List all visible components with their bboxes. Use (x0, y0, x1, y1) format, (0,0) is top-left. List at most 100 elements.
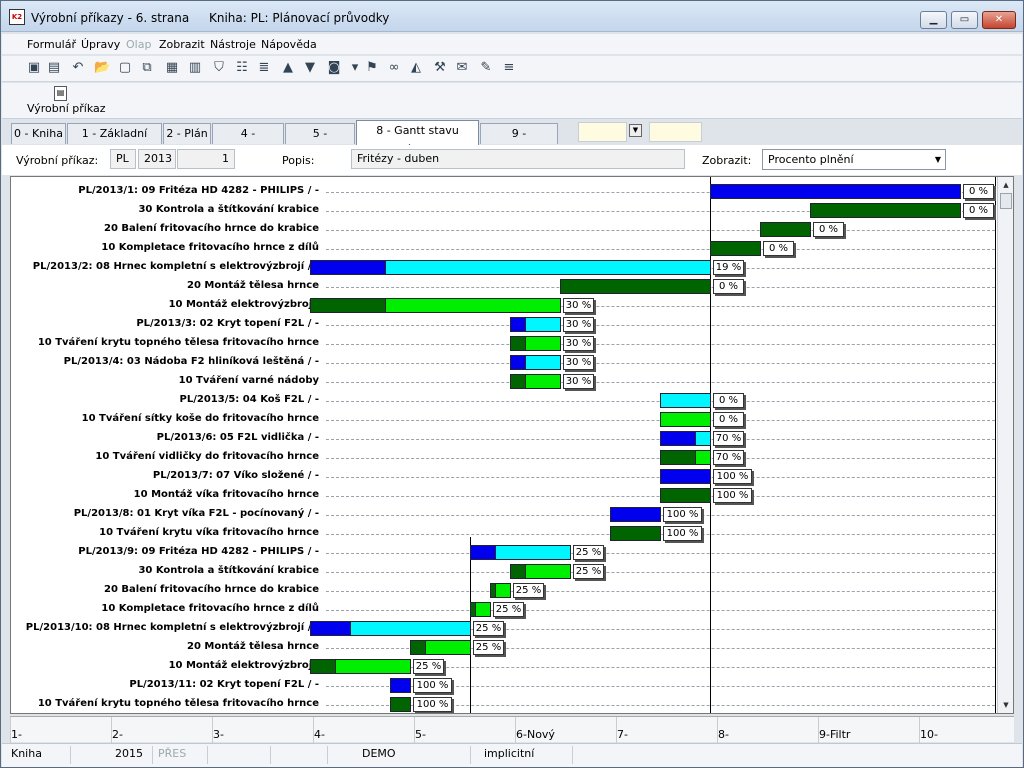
tab-realizace[interactable]: 4 - Realizace (212, 123, 284, 159)
gantt-row-label[interactable]: 10 Tváření vidličky do fritovacího hrnce (11, 451, 326, 462)
scroll-thumb[interactable] (1000, 193, 1012, 209)
tab-dokumenty[interactable]: 9 - Dokumenty (480, 123, 558, 159)
gantt-row-label[interactable]: 10 Montáž víka fritovacího hrnce (11, 489, 326, 500)
gantt-bar-done[interactable] (310, 659, 336, 674)
gantt-bar-remaining[interactable] (335, 659, 411, 674)
gantt-row-label[interactable]: PL/2013/10: 08 Hrnec kompletní s elektro… (11, 622, 326, 633)
menu-upravy[interactable]: Úpravy (81, 38, 120, 51)
production-order-button[interactable]: Výrobní příkaz (27, 102, 106, 115)
run-icon[interactable]: ⚑ (364, 60, 380, 76)
gantt-bar-done[interactable] (660, 469, 711, 484)
gantt-bar-done[interactable] (560, 279, 711, 294)
gantt-row-label[interactable]: 30 Kontrola a štítkování krabice (11, 204, 326, 215)
gantt-bar-remaining[interactable] (525, 355, 561, 370)
menu-zobrazit[interactable]: Zobrazit (159, 38, 205, 51)
gantt-bar-done[interactable] (810, 203, 961, 218)
gantt-row-label[interactable]: PL/2013/6: 05 F2L vidlička / - (11, 432, 326, 443)
popis-field[interactable]: Fritézy - duben (351, 149, 685, 169)
gantt-row-label[interactable]: 10 Tváření krytu topného tělesa fritovac… (11, 337, 326, 348)
notes-icon[interactable]: ✎ (478, 60, 494, 76)
gantt-row-label[interactable]: 30 Kontrola a štítkování krabice (11, 565, 326, 576)
gantt-row-label[interactable]: PL/2013/11: 02 Kryt topení F2L / - (11, 679, 326, 690)
number-field[interactable]: 1 (177, 149, 235, 169)
minimize-button[interactable]: ▁ (920, 11, 947, 29)
undo-icon[interactable]: ↶ (70, 60, 86, 76)
gantt-row-label[interactable]: PL/2013/1: 09 Fritéza HD 4282 - PHILIPS … (11, 185, 326, 196)
gantt-bar-remaining[interactable] (495, 545, 571, 560)
lock-icon[interactable]: ▦ (164, 60, 180, 76)
gantt-row-label[interactable]: PL/2013/9: 09 Fritéza HD 4282 - PHILIPS … (11, 546, 326, 557)
gantt-bar-done[interactable] (510, 355, 526, 370)
close-button[interactable]: ✕ (982, 11, 1016, 29)
gantt-row-label[interactable]: PL/2013/7: 07 Víko složené / - (11, 470, 326, 481)
dropdown-icon[interactable]: ▾ (347, 60, 363, 76)
gantt-bar-done[interactable] (610, 507, 661, 522)
gantt-bar-remaining[interactable] (525, 564, 571, 579)
find-tool-icon[interactable]: ⚒ (432, 60, 448, 76)
gantt-row-label[interactable]: 10 Tváření krytu topného tělesa fritovac… (11, 698, 326, 709)
book-icon[interactable]: ▥ (187, 60, 203, 76)
vertical-scrollbar[interactable]: ▲ ▼ (997, 177, 1013, 713)
stack-icon[interactable]: ≣ (256, 60, 272, 76)
gantt-bar-done[interactable] (660, 431, 696, 446)
gantt-bar-done[interactable] (710, 241, 761, 256)
tab-kniha[interactable]: 0 - Kniha (11, 123, 66, 144)
gantt-bar-remaining[interactable] (525, 336, 561, 351)
mail-icon[interactable]: ✉ (454, 60, 470, 76)
gantt-row-label[interactable]: 20 Balení fritovacího hrnce do krabice (11, 584, 326, 595)
production-order-icon[interactable]: ▤ (54, 86, 67, 101)
tab-zakladni-udaje[interactable]: 1 - Základní údaje (67, 123, 162, 159)
gantt-row-label[interactable]: 20 Montáž tělesa hrnce (11, 280, 326, 291)
filter-icon[interactable]: ⛉ (211, 60, 227, 76)
gantt-row-label[interactable]: PL/2013/5: 04 Koš F2L / - (11, 394, 326, 405)
gantt-row-label[interactable]: 10 Kompletace fritovacího hrnce z dílů (11, 603, 326, 614)
gantt-row-label[interactable]: 10 Tváření krytu víka fritovacího hrnce (11, 527, 326, 538)
menu-formular[interactable]: Formulář (27, 38, 76, 51)
gantt-row-label[interactable]: 10 Tváření varné nádoby (11, 375, 326, 386)
scroll-down-icon[interactable]: ▼ (1000, 699, 1012, 711)
save-icon[interactable]: ▣ (26, 60, 42, 76)
filter-list-icon[interactable]: ☷ (234, 60, 250, 76)
copy-doc-icon[interactable]: ⧉ (139, 60, 155, 76)
gantt-bar-remaining[interactable] (525, 374, 561, 389)
gantt-bar-done[interactable] (310, 260, 386, 275)
gantt-bar-done[interactable] (410, 640, 426, 655)
gantt-bar-done[interactable] (510, 336, 526, 351)
binoculars-icon[interactable]: ∞ (386, 60, 402, 76)
prefix-field[interactable]: PL (110, 149, 136, 169)
gantt-row-label[interactable]: PL/2013/8: 01 Kryt víka F2L - pocínovaný… (11, 508, 326, 519)
gantt-bar-remaining[interactable] (475, 602, 491, 617)
gantt-row-label[interactable]: 10 Tváření sítky koše do fritovacího hrn… (11, 413, 326, 424)
gantt-bar-remaining[interactable] (350, 621, 471, 636)
scroll-up-icon[interactable]: ▲ (1000, 179, 1012, 191)
gantt-bar-remaining[interactable] (660, 393, 711, 408)
tab-plan[interactable]: 2 - Plán (163, 123, 211, 144)
gantt-bar-done[interactable] (760, 222, 811, 237)
gantt-bar-done[interactable] (710, 184, 961, 199)
find-next-icon[interactable]: ◭ (408, 60, 424, 76)
tab-filter-field-2[interactable] (649, 122, 702, 142)
gantt-bar-remaining[interactable] (660, 412, 711, 427)
arrow-down-icon[interactable]: ▼ (302, 60, 318, 76)
gantt-bar-done[interactable] (310, 298, 386, 313)
open-folder-icon[interactable]: 📂 (94, 60, 110, 76)
gantt-row-label[interactable]: 10 Montáž elektrovýzbroje (11, 660, 326, 671)
gantt-row-label[interactable]: PL/2013/2: 08 Hrnec kompletní s elektrov… (11, 261, 326, 272)
gantt-row-label[interactable]: PL/2013/4: 03 Nádoba F2 hliníková leštěn… (11, 356, 326, 367)
gantt-bar-done[interactable] (310, 621, 351, 636)
gantt-bar-done[interactable] (510, 564, 526, 579)
gantt-bar-done[interactable] (470, 545, 496, 560)
save-copy-icon[interactable]: ▤ (46, 60, 62, 76)
menu-icon[interactable]: ≡ (501, 60, 517, 76)
gantt-bar-done[interactable] (660, 450, 696, 465)
gantt-bar-remaining[interactable] (495, 583, 511, 598)
arrow-up-icon[interactable]: ▲ (280, 60, 296, 76)
gantt-row-label[interactable]: 20 Balení fritovacího hrnce do krabice (11, 223, 326, 234)
menu-nastroje[interactable]: Nástroje (210, 38, 256, 51)
tab-filter-field[interactable] (578, 122, 627, 142)
gantt-bar-done[interactable] (660, 488, 711, 503)
gantt-row-label[interactable]: PL/2013/3: 02 Kryt topení F2L / - (11, 318, 326, 329)
gantt-bar-done[interactable] (510, 374, 526, 389)
zobrazit-select[interactable]: Procento plnění ▼ (762, 149, 946, 170)
tab-gantt[interactable]: 8 - Gantt stavu výroby (356, 120, 479, 156)
